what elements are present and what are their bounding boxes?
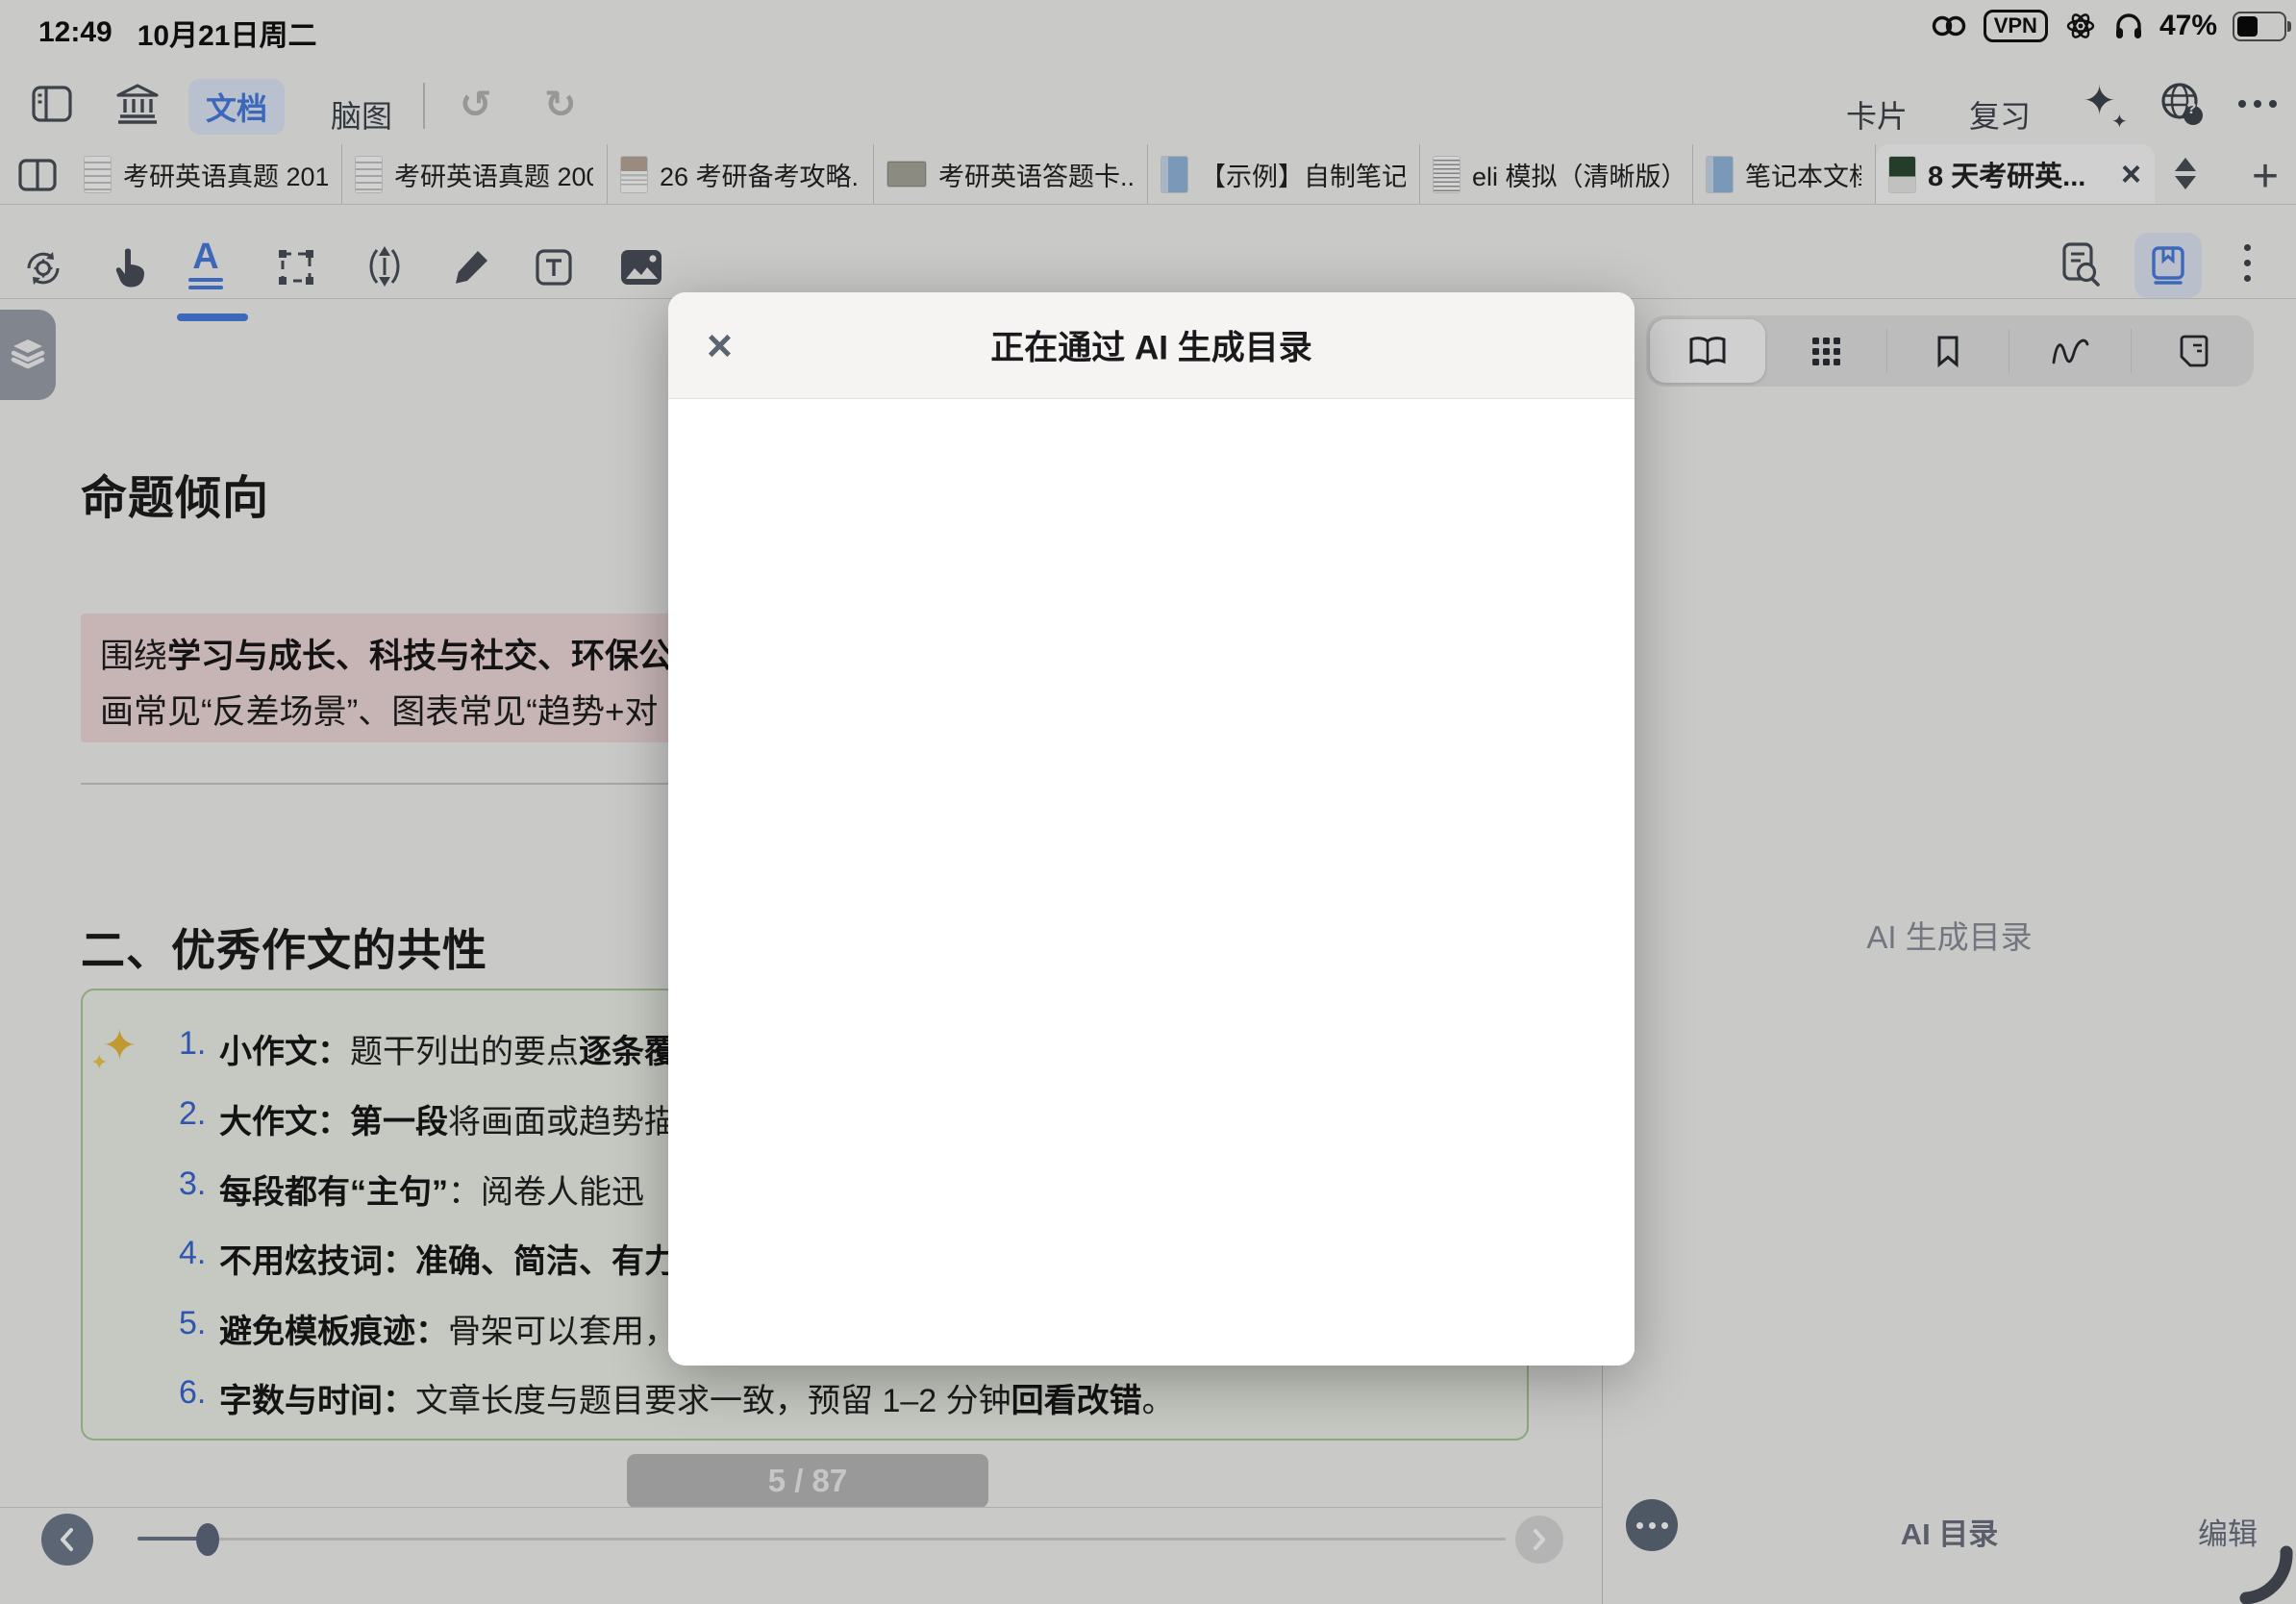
modal-title: 正在通过 AI 生成目录 — [668, 321, 1635, 370]
modal-body — [668, 399, 1635, 1366]
modal-header: × 正在通过 AI 生成目录 — [668, 292, 1635, 399]
screen: 12:49 10月21日周二 VPN 47% 文档 脑图 ↺ ↻ 卡片 复习 ✦ — [0, 0, 2296, 1604]
ai-toc-modal: × 正在通过 AI 生成目录 — [668, 292, 1635, 1366]
